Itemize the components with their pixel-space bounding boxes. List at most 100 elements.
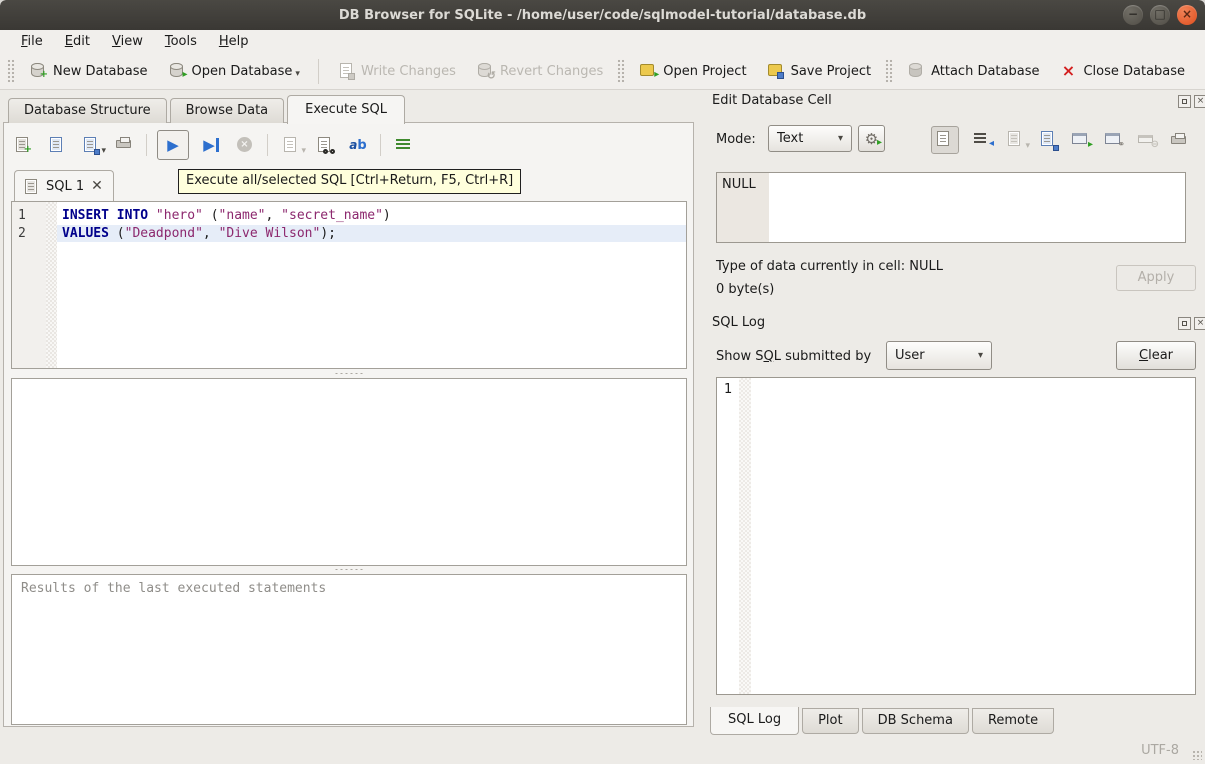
- open-sql-file-button[interactable]: [44, 133, 68, 157]
- edit-cell-dock-buttons: ×: [1178, 95, 1205, 108]
- sql-log-title: SQL Log: [712, 315, 765, 330]
- close-dock-icon[interactable]: ×: [1194, 95, 1205, 108]
- menu-help[interactable]: Help: [208, 32, 260, 51]
- results-message-panel[interactable]: Results of the last executed statements: [11, 574, 687, 725]
- window-controls: − □ ×: [1123, 5, 1197, 25]
- apply-button: Apply: [1116, 265, 1196, 291]
- save-project-button[interactable]: Save Project: [757, 58, 882, 84]
- copy-link-button[interactable]: ⚭: [1104, 130, 1124, 150]
- new-database-button[interactable]: + New Database: [19, 58, 158, 84]
- auto-arrow-icon: ▸: [877, 138, 882, 148]
- sql-log-area[interactable]: 1: [716, 377, 1196, 695]
- save-sql-file-button[interactable]: ▾: [78, 133, 102, 157]
- open-database-dropdown-icon[interactable]: ▾: [295, 69, 300, 79]
- cell-value-text: NULL: [722, 177, 756, 192]
- log-filter-label: Show SQL submitted by: [716, 349, 871, 364]
- log-filter-combobox[interactable]: User ▾: [886, 341, 992, 370]
- stop-execution-button: ×: [233, 133, 257, 157]
- close-database-button[interactable]: × Close Database: [1049, 58, 1195, 84]
- dock-tabbar: SQL Log Plot DB Schema Remote: [710, 708, 1057, 735]
- cell-size-info: 0 byte(s): [716, 282, 774, 297]
- execute-line-button[interactable]: ▶: [199, 133, 223, 157]
- close-dock-icon[interactable]: ×: [1194, 317, 1205, 330]
- dock-tab-sql-log[interactable]: SQL Log: [710, 707, 799, 735]
- menu-view[interactable]: View: [101, 32, 154, 51]
- attach-database-button[interactable]: Attach Database: [897, 58, 1049, 84]
- print-sql-button[interactable]: [112, 133, 136, 157]
- execute-all-icon: ▶: [167, 136, 179, 154]
- text-mode-toggle[interactable]: [931, 126, 959, 154]
- tab-browse-data[interactable]: Browse Data: [170, 98, 285, 123]
- execute-tooltip: Execute all/selected SQL [Ctrl+Return, F…: [178, 169, 521, 194]
- horizontal-splitter[interactable]: [11, 370, 687, 377]
- sql-document-tab[interactable]: SQL 1 ✕: [14, 170, 114, 201]
- toolbar-drag-handle[interactable]: [7, 59, 15, 83]
- open-project-button[interactable]: ▸ Open Project: [629, 58, 756, 84]
- log-filter-value: User: [895, 348, 925, 363]
- save-project-icon: [767, 62, 785, 80]
- sql-editor-toolbar: + ▾ ▶ ▶ × ▾ ab: [10, 128, 415, 162]
- tab-database-structure[interactable]: Database Structure: [8, 98, 167, 123]
- edit-cell-toolbar: ◂ ▾ ▸ ⚭ ⊖: [931, 126, 1190, 154]
- maximize-button[interactable]: □: [1150, 5, 1170, 25]
- minimize-button[interactable]: −: [1123, 5, 1143, 25]
- log-folding-margin: [739, 378, 751, 694]
- sql-code-editor[interactable]: 1 2 INSERT INTO "hero" ("name", "secret_…: [11, 201, 687, 369]
- code-area[interactable]: INSERT INTO "hero" ("name", "secret_name…: [57, 202, 686, 368]
- replace-button[interactable]: ab: [346, 133, 370, 157]
- resize-grip[interactable]: [1192, 750, 1202, 760]
- dock-tab-plot[interactable]: Plot: [802, 708, 859, 734]
- close-button[interactable]: ×: [1177, 5, 1197, 25]
- toolbar-drag-handle[interactable]: [617, 59, 625, 83]
- toolbar-separator: [267, 134, 268, 156]
- mode-label: Mode:: [716, 132, 756, 147]
- write-changes-icon: [337, 62, 355, 80]
- find-button[interactable]: [312, 133, 336, 157]
- dock-tab-db-schema[interactable]: DB Schema: [862, 708, 969, 734]
- toolbar-separator: [380, 134, 381, 156]
- sql-log-dock-buttons: ×: [1178, 317, 1205, 330]
- new-database-icon: +: [29, 62, 47, 80]
- toolbar-drag-handle[interactable]: [885, 59, 893, 83]
- format-sql-button[interactable]: [391, 133, 415, 157]
- horizontal-splitter[interactable]: [11, 566, 687, 573]
- line-number-gutter: 1 2: [12, 202, 46, 368]
- dock-tab-remote[interactable]: Remote: [972, 708, 1054, 734]
- mode-combobox[interactable]: Text ▾: [768, 125, 852, 152]
- code-line-1: INSERT INTO "hero" ("name", "secret_name…: [57, 207, 686, 225]
- tab-execute-sql[interactable]: Execute SQL: [287, 95, 405, 124]
- close-sql-tab-icon[interactable]: ✕: [91, 178, 103, 194]
- titlebar[interactable]: DB Browser for SQLite - /home/user/code/…: [0, 0, 1205, 30]
- main-tabbar: Database Structure Browse Data Execute S…: [8, 95, 408, 123]
- menu-tools[interactable]: Tools: [154, 32, 208, 51]
- float-dock-icon[interactable]: [1178, 317, 1191, 330]
- float-dock-icon[interactable]: [1178, 95, 1191, 108]
- results-grid-panel[interactable]: [11, 378, 687, 566]
- app-window: DB Browser for SQLite - /home/user/code/…: [0, 0, 1205, 764]
- open-database-icon: ▸: [168, 62, 186, 80]
- print-cell-button[interactable]: [1170, 130, 1190, 150]
- open-sql-tab-button[interactable]: +: [10, 133, 34, 157]
- toolbar-separator: [146, 134, 147, 156]
- log-line-number: 1: [724, 382, 732, 397]
- chevron-down-icon: ▾: [838, 133, 843, 144]
- open-external-button[interactable]: ▸: [1071, 130, 1091, 150]
- execute-all-button[interactable]: ▶: [157, 130, 189, 160]
- word-wrap-button[interactable]: ◂: [972, 130, 992, 150]
- revert-changes-button: ↺ Revert Changes: [466, 58, 613, 84]
- edit-cell-title: Edit Database Cell: [712, 93, 832, 108]
- menu-file[interactable]: File: [10, 32, 54, 51]
- encoding-indicator[interactable]: UTF-8: [1141, 743, 1179, 758]
- menu-edit[interactable]: Edit: [54, 32, 101, 51]
- auto-mode-button[interactable]: ⚙ ▸: [858, 125, 885, 152]
- clear-log-button[interactable]: Clear: [1116, 341, 1196, 370]
- set-null-button: ⊖: [1137, 130, 1157, 150]
- statusbar: UTF-8: [0, 735, 1205, 764]
- import-data-button: ▾: [1005, 130, 1025, 150]
- cell-value-editor[interactable]: NULL: [716, 172, 1186, 243]
- code-line-2: VALUES ("Deadpond", "Dive Wilson");: [57, 225, 686, 243]
- save-results-button: ▾: [278, 133, 302, 157]
- window-title: DB Browser for SQLite - /home/user/code/…: [339, 8, 866, 23]
- export-data-button[interactable]: [1038, 130, 1058, 150]
- open-database-button[interactable]: ▸ Open Database ▾: [158, 58, 310, 84]
